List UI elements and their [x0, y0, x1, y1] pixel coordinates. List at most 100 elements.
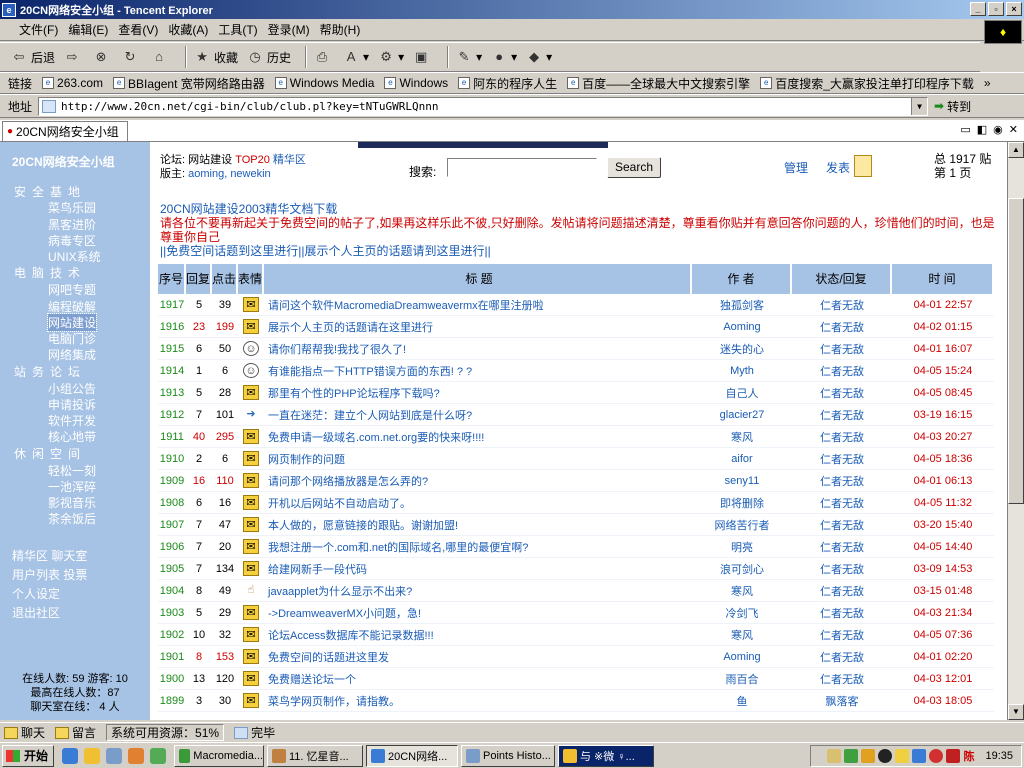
encoding-button[interactable]: A ▾: [342, 48, 369, 66]
media-icon[interactable]: [128, 747, 144, 764]
warning-icon[interactable]: [895, 749, 910, 763]
topic-title[interactable]: 本人做的，愿意链接的跟贴。谢谢加盟!: [264, 517, 692, 533]
sidebar-item[interactable]: UNIX系统: [48, 248, 101, 265]
favorites-button[interactable]: ★ 收藏: [193, 48, 238, 66]
sidebar-item[interactable]: 黑客进阶: [48, 216, 96, 233]
topic-author[interactable]: 浪可剑心: [692, 561, 792, 577]
forum-name[interactable]: 网站建设: [188, 154, 232, 166]
manage-link[interactable]: 管理: [784, 159, 808, 176]
tab-split-icon[interactable]: ◧: [977, 123, 987, 136]
sidebar-logo[interactable]: 20CN网络安全小组: [12, 153, 115, 170]
menu-help[interactable]: 帮助(H): [315, 21, 366, 38]
moderators[interactable]: aoming, newekin: [188, 168, 271, 180]
link-item[interactable]: e BBIagent 宽带网络路由器: [113, 75, 265, 92]
menu-edit[interactable]: 编辑(E): [63, 21, 113, 38]
tab-close-icon[interactable]: ✕: [1009, 123, 1018, 136]
sidebar-item[interactable]: 菜鸟乐园: [48, 199, 96, 216]
scroll-down-icon[interactable]: ▼: [1008, 704, 1024, 720]
table-row[interactable]: 1901 8 153 ✉ 免费空间的话题进这里发 Aoming 仁者无敌 04-01 02:2…: [158, 646, 994, 668]
link-item[interactable]: e 百度搜索_大赢家投注单打印程序下载: [760, 75, 974, 92]
link-item[interactable]: e 百度——全球最大中文搜索引擎: [567, 75, 750, 92]
topic-status[interactable]: 仁者无敌: [792, 627, 892, 643]
sidebar-item[interactable]: 病毒专区: [48, 232, 96, 249]
search-input[interactable]: [447, 158, 597, 177]
topic-status[interactable]: 仁者无敌: [792, 495, 892, 511]
link-item[interactable]: e Windows Media: [274, 76, 374, 90]
menu-file[interactable]: 文件(F): [14, 21, 63, 38]
table-row[interactable]: 1899 3 30 ✉ 菜鸟学网页制作，请指教。鱼飘落客 04-03 18:05: [158, 690, 994, 712]
tab-20cn[interactable]: ● 20CN网络安全小组: [2, 121, 128, 141]
tab-page-icon[interactable]: ▭: [960, 123, 970, 136]
table-row[interactable]: 1910 2 6 ✉ 网页制作的问题 aifor 仁者无敌 04-05 18:36: [158, 448, 994, 470]
task-music[interactable]: 11. 忆星音...: [267, 744, 363, 767]
sidebar-link-users-vote[interactable]: 用户列表 投票: [12, 566, 87, 583]
qq-button[interactable]: ● ▾: [490, 48, 517, 66]
table-row[interactable]: 1909 16 110 ✉ 请问那个网络播放器是怎么弄的? seny11 仁者无敌 04-01…: [158, 470, 994, 492]
sidebar-item[interactable]: 一池浑碎: [48, 478, 96, 495]
volume-icon[interactable]: [827, 749, 842, 763]
task-chat[interactable]: 与 ※微 ♀...: [558, 744, 654, 767]
topic-status[interactable]: 仁者无敌: [792, 407, 892, 423]
topic-title[interactable]: 论坛Access数据库不能记录数据!!!: [264, 627, 692, 643]
topic-status[interactable]: 仁者无敌: [792, 473, 892, 489]
table-row[interactable]: 1903 5 29 ✉ ->DreamweaverMX小问题，急! 冷剑飞 仁者无敌 04-0…: [158, 602, 994, 624]
topic-status[interactable]: 仁者无敌: [792, 561, 892, 577]
qq-icon[interactable]: [878, 749, 893, 763]
elite-download-link[interactable]: 20CN网站建设2003精华文档下载: [160, 202, 998, 216]
address-input[interactable]: http://www.20cn.net/cgi-bin/club/club.pl…: [38, 96, 929, 116]
history-button[interactable]: ◷ 历史: [246, 48, 291, 66]
topic-title[interactable]: 菜鸟学网页制作，请指教。: [264, 693, 692, 709]
table-row[interactable]: 1913 5 28 ✉ 那里有个性的PHP论坛程序下载吗? 自己人 仁者无敌 04-05 08…: [158, 382, 994, 404]
menu-view[interactable]: 查看(V): [113, 21, 163, 38]
chat-status[interactable]: 聊天: [4, 724, 45, 741]
outlook-icon[interactable]: [84, 747, 100, 764]
vertical-scrollbar[interactable]: ▲ ▼: [1007, 142, 1024, 720]
sidebar-link-settings[interactable]: 个人设定: [12, 585, 60, 602]
window-button[interactable]: ▣: [412, 48, 433, 66]
sidebar-item[interactable]: 编程破解: [48, 298, 96, 315]
back-button[interactable]: ⇦ 后退: [10, 48, 55, 66]
table-row[interactable]: 1908 6 16 ✉ 开机以后网站不自动启动了。 即将删除 仁者无敌 04-05 11:32: [158, 492, 994, 514]
table-row[interactable]: 1902 10 32 ✉ 论坛Access数据库不能记录数据!!! 寒风 仁者无敌 04-05…: [158, 624, 994, 646]
sidebar-item[interactable]: 网吧专题: [48, 281, 96, 298]
ie-icon[interactable]: [62, 747, 78, 764]
menu-favorites[interactable]: 收藏(A): [163, 21, 213, 38]
app-icon[interactable]: [150, 747, 166, 764]
topic-author[interactable]: Aoming: [692, 651, 792, 663]
topic-title[interactable]: 免费空间的话题进这里发: [264, 649, 692, 665]
table-row[interactable]: 1906 7 20 ✉ 我想注册一个.com和.net的国际域名,哪里的最便宜啊? 明亮仁…: [158, 536, 994, 558]
table-row[interactable]: 1911 40 295 ✉ 免费申请一级域名.com.net.org要的快来呀!!!! 寒…: [158, 426, 994, 448]
network-icon[interactable]: [844, 749, 859, 763]
topic-status[interactable]: 仁者无敌: [792, 341, 892, 357]
sidebar-item[interactable]: 网络集成: [48, 346, 96, 363]
print-button[interactable]: ⎙: [313, 48, 334, 66]
start-button[interactable]: 开始: [2, 744, 54, 767]
sidebar-item[interactable]: 软件开发: [48, 412, 96, 429]
topic-author[interactable]: 寒风: [692, 429, 792, 445]
topic-title[interactable]: 我想注册一个.com和.net的国际域名,哪里的最便宜啊?: [264, 539, 692, 555]
restore-button[interactable]: ▫: [988, 2, 1004, 16]
forward-button[interactable]: ⇨: [63, 48, 84, 66]
extra-button[interactable]: ◆ ▾: [525, 48, 552, 66]
topic-title[interactable]: 给建网新手一段代码: [264, 561, 692, 577]
topic-author[interactable]: 鱼: [692, 693, 792, 709]
pencil-icon[interactable]: [854, 155, 872, 177]
task-20cn[interactable]: 20CN网络...: [366, 744, 458, 767]
topic-links[interactable]: ||免费空间话题到这里进行||展示个人主页的话题请到这里进行||: [160, 244, 998, 258]
topic-title[interactable]: 请你们帮帮我!我找了很久了!: [264, 341, 692, 357]
message-status[interactable]: 留言: [55, 724, 96, 741]
topic-status[interactable]: 仁者无敌: [792, 649, 892, 665]
topic-title[interactable]: 请问这个软件MacromediaDreamweavermx在哪里注册啦: [264, 297, 692, 313]
topic-title[interactable]: javaapplet为什么显示不出来?: [264, 583, 692, 599]
sidebar-item[interactable]: 电脑门诊: [48, 330, 96, 347]
tray-label[interactable]: 陈: [963, 748, 974, 764]
desktop-icon[interactable]: [106, 747, 122, 764]
menu-tools[interactable]: 工具(T): [213, 21, 262, 38]
topic-status[interactable]: 仁者无敌: [792, 605, 892, 621]
topic-author[interactable]: 独孤剑客: [692, 297, 792, 313]
elite-link[interactable]: 精华区: [273, 154, 306, 166]
table-row[interactable]: 1912 7 101 ➜ 一直在迷茫：建立个人网站到底是什么呀? glacier27 仁者无…: [158, 404, 994, 426]
table-row[interactable]: 1907 7 47 ✉ 本人做的，愿意链接的跟贴。谢谢加盟! 网络苦行者 仁者无敌 03-20…: [158, 514, 994, 536]
sidebar-link-logout[interactable]: 退出社区: [12, 604, 60, 621]
sidebar-item[interactable]: 申请投诉: [48, 396, 96, 413]
